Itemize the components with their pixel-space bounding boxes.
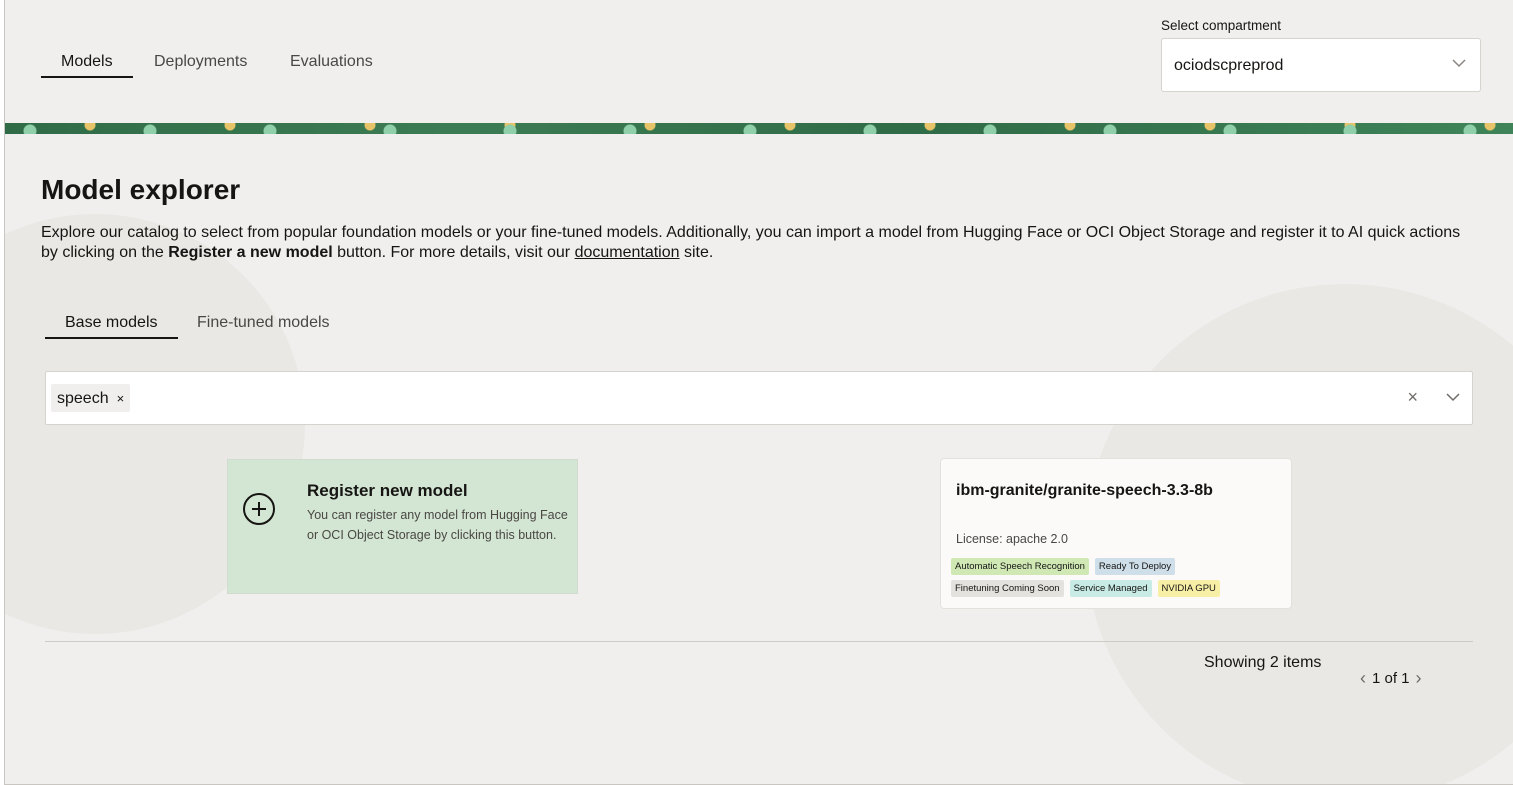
compartment-select[interactable]: ociodscpreprod [1161,38,1481,92]
tag-service-managed: Service Managed [1069,580,1152,597]
app-frame: Models Deployments Evaluations Select co… [4,0,1513,785]
main-content: Model explorer Explore our catalog to se… [5,134,1513,784]
plus-circle-icon [243,493,275,525]
tab-fine-tuned-models[interactable]: Fine-tuned models [197,314,330,339]
compartment-value: ociodscpreprod [1174,57,1284,74]
chip-remove-icon[interactable]: × [117,391,125,406]
page-indicator: 1 of 1 [1372,670,1410,687]
filter-chip: speech × [51,384,131,412]
model-card-title: ibm-granite/granite-speech-3.3-8b [956,482,1213,499]
model-tags: Automatic Speech Recognition Ready To De… [951,558,1291,597]
tag-finetuning-coming-soon: Finetuning Coming Soon [951,580,1064,597]
page-title: Model explorer [41,174,241,205]
tab-deployments[interactable]: Deployments [154,52,247,78]
pagination: ‹ 1 of 1 › [1360,668,1422,689]
decorative-banner [5,123,1513,134]
chevron-down-icon [1452,55,1466,71]
next-page-icon[interactable]: › [1416,668,1422,689]
prev-page-icon[interactable]: ‹ [1360,668,1366,689]
filter-input[interactable]: speech × × [45,371,1473,425]
filter-chip-label: speech [57,390,109,407]
model-card[interactable]: ibm-granite/granite-speech-3.3-8b Licens… [940,458,1292,609]
tag-nvidia-gpu: NVIDIA GPU [1157,580,1220,597]
items-count: Showing 2 items [1204,654,1322,671]
tab-base-models[interactable]: Base models [45,314,178,339]
register-model-mention: Register a new model [168,244,333,261]
register-card-description: You can register any model from Hugging … [307,508,568,542]
page-description: Explore our catalog to select from popul… [41,224,1461,261]
register-card-title: Register new model [307,481,468,500]
tab-evaluations[interactable]: Evaluations [290,52,373,78]
model-license: License: apache 2.0 [956,532,1068,546]
tag-ready-to-deploy: Ready To Deploy [1094,558,1176,575]
compartment-label: Select compartment [1161,18,1282,33]
chevron-down-icon[interactable] [1446,389,1460,405]
tab-models[interactable]: Models [41,52,133,78]
documentation-link[interactable]: documentation [575,244,680,261]
clear-icon[interactable]: × [1407,387,1418,408]
divider [45,641,1473,642]
register-new-model-card[interactable]: Register new model You can register any … [227,459,578,594]
tag-asr: Automatic Speech Recognition [951,558,1089,575]
header: Models Deployments Evaluations Select co… [5,0,1513,123]
